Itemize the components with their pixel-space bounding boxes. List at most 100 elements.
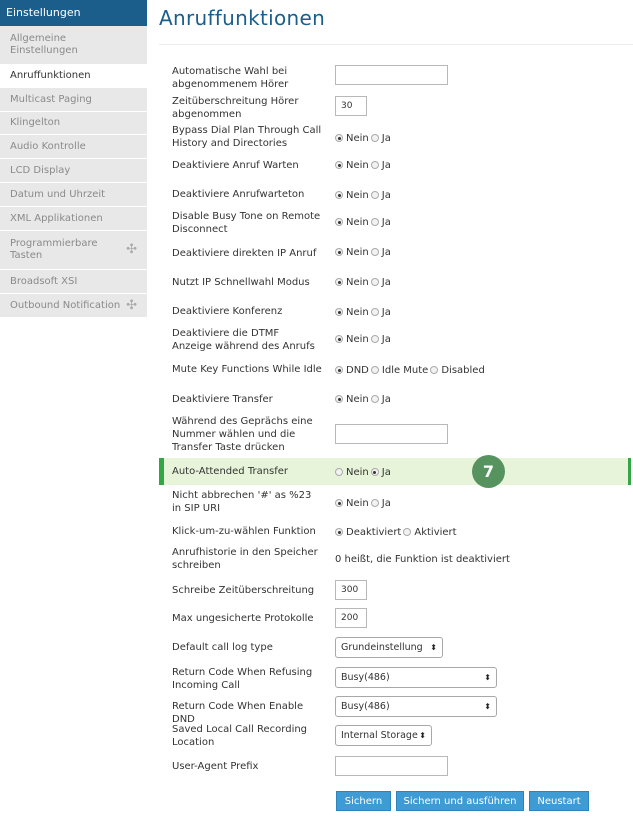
radio-button[interactable] [335,191,343,199]
radio-option[interactable]: Nein [335,307,369,318]
radio-option[interactable]: Ja [370,498,391,509]
radio-label: DND [346,364,369,376]
radio-button[interactable] [370,134,379,142]
radio-option[interactable]: Ja [370,394,391,405]
sidebar-item[interactable]: Audio Kontrolle [0,135,147,159]
radio-label: Nein [346,333,369,345]
radio-option[interactable]: Nein [335,498,369,509]
sidebar-item-label: Multicast Paging [10,93,92,105]
dropdown-select[interactable]: Busy(486) ⬍ [335,667,497,688]
sidebar-item[interactable]: Datum und Uhrzeit [0,183,147,207]
setting-label: Auto-Attended Transfer [172,466,289,477]
radio-option[interactable]: Ja [370,306,391,318]
radio-option[interactable]: Ja [370,133,391,144]
sidebar-item-label: Datum und Uhrzeit [10,188,106,200]
radio-label: Ja [381,159,391,171]
radio-option[interactable]: Nein [335,334,369,345]
radio-button[interactable] [370,161,379,169]
dropdown-select[interactable]: Internal Storage ⬍ [335,725,432,746]
radio-button[interactable] [370,335,379,343]
setting-row: Klick-um-zu-wählen Funktion Deaktiviert Ak… [159,520,633,544]
radio-button[interactable] [370,278,379,286]
save-button[interactable]: Sichern [336,791,391,811]
text-input[interactable]: 200 [335,608,367,628]
dropdown-select[interactable]: Busy(486) ⬍ [335,696,497,717]
radio-option[interactable]: Nein [335,133,369,144]
setting-label: Während des Geprächs eine Nummer wählen … [172,416,313,453]
setting-row: Deaktiviere Anruf Warten Nein Ja [159,153,633,177]
radio-option[interactable]: Aktiviert [403,527,457,538]
radio-button[interactable] [335,528,343,536]
radio-option[interactable]: Nein [335,394,369,405]
setting-row: Disable Busy Tone on Remote Disconnect Ne… [159,207,633,237]
radio-button[interactable] [335,468,343,476]
radio-button[interactable] [335,499,343,507]
sidebar-item[interactable]: XML Applikationen [0,207,147,231]
sidebar-item[interactable]: LCD Display [0,159,147,183]
radio-option[interactable]: Nein [335,467,369,478]
radio-button[interactable] [370,248,379,256]
save-apply-button[interactable]: Sichern und ausführen [396,791,524,811]
sidebar-item[interactable]: Programmierbare Tasten ✣ [0,231,147,270]
radio-button[interactable] [370,395,379,403]
select-arrows-icon: ⬍ [419,731,426,740]
radio-option[interactable]: Ja [370,277,391,288]
sidebar-item-label: Outbound Notification [10,299,121,311]
restart-button[interactable]: Neustart [529,791,589,811]
radio-button[interactable] [403,528,412,536]
radio-option[interactable]: Nein [335,247,369,258]
radio-button[interactable] [335,161,343,169]
radio-label: Ja [381,306,391,318]
radio-button[interactable] [370,218,379,226]
setting-label: Bypass Dial Plan Through Call History an… [172,125,322,149]
sidebar-item[interactable]: Outbound Notification ✣ [0,294,147,318]
setting-row: Deaktiviere Konferenz Nein Ja [159,300,633,324]
radio-option[interactable]: Nein [335,217,369,228]
radio-button[interactable] [370,191,379,199]
sidebar-item[interactable]: Broadsoft XSI [0,270,147,294]
setting-row: Default call log type Grundeinstellung ⬍ [159,636,633,660]
radio-label: Deaktiviert [346,526,402,538]
radio-button[interactable] [370,499,379,507]
radio-option[interactable]: Ja [370,189,391,201]
radio-button[interactable] [335,248,343,256]
sidebar-item[interactable]: Klingelton [0,112,147,135]
radio-option[interactable]: Deaktiviert [335,527,401,538]
text-input[interactable] [335,756,448,776]
page-title: Anruffunktionen [159,6,326,30]
radio-option[interactable]: Ja [370,247,391,258]
radio-option[interactable]: Disabled [430,365,485,376]
text-input[interactable]: 300 [335,580,367,600]
radio-button[interactable] [335,278,343,286]
radio-option[interactable]: Ja [370,217,391,228]
radio-option[interactable]: Ja [370,467,391,478]
setting-row: Nicht abbrechen '#' as %23 in SIP URI Nei… [159,488,633,518]
radio-label: Ja [381,189,391,201]
radio-option[interactable]: Idle Mute [370,365,428,376]
text-input[interactable] [335,65,448,85]
text-input[interactable] [335,424,448,444]
info-text: 0 heißt, die Funktion ist deaktiviert [335,554,510,565]
dropdown-select[interactable]: Grundeinstellung ⬍ [335,637,443,658]
radio-option[interactable]: Ja [370,159,391,171]
radio-button[interactable] [335,395,343,403]
radio-option[interactable]: Nein [335,190,369,201]
radio-button[interactable] [370,308,379,316]
radio-button[interactable] [370,366,379,374]
radio-button[interactable] [335,366,343,374]
radio-button[interactable] [430,366,439,374]
sidebar-item[interactable]: Multicast Paging [0,88,147,112]
sidebar-item[interactable]: Anruffunktionen [0,65,147,88]
radio-button[interactable] [335,308,343,316]
radio-option[interactable]: Ja [370,334,391,345]
radio-button[interactable] [335,218,343,226]
radio-option[interactable]: Nein [335,160,369,171]
radio-button[interactable] [335,134,343,142]
radio-option[interactable]: Nein [335,277,369,288]
radio-button[interactable] [335,335,343,343]
radio-option[interactable]: DND [335,365,369,376]
sidebar-item[interactable]: Allgemeine Einstellungen [0,26,147,65]
sidebar-item-label: LCD Display [10,164,71,176]
text-input[interactable]: 30 [335,96,367,116]
radio-button[interactable] [370,468,379,476]
